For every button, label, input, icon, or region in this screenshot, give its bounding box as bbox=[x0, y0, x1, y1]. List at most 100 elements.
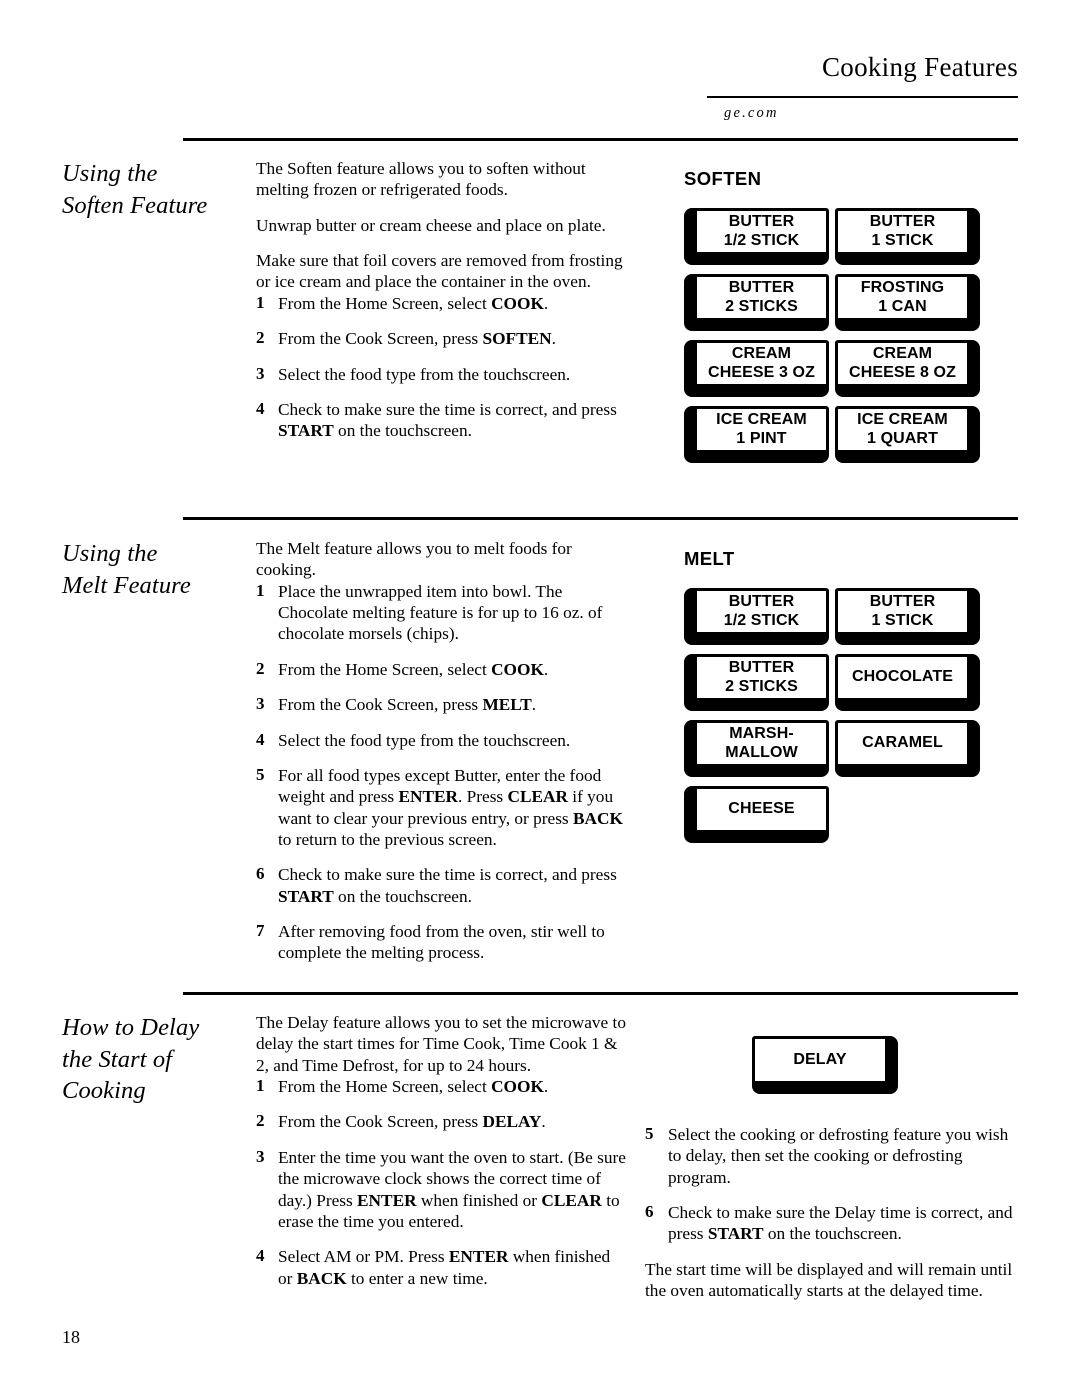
step-number: 2 bbox=[256, 658, 265, 678]
page-title: Cooking Features bbox=[821, 52, 1018, 82]
step-text: Select AM or PM. Press ENTER when finish… bbox=[278, 1247, 611, 1288]
touchscreen-key-butter-1-2-stick[interactable]: BUTTER 1/2 STICK bbox=[684, 208, 829, 265]
key-face[interactable]: BUTTER 2 STICKS bbox=[694, 274, 829, 321]
soften-touchscreen-panel: SOFTEN BUTTER 1/2 STICK BUTTER 1 STICK BUT… bbox=[684, 168, 1004, 463]
touchscreen-key-chocolate[interactable]: CHOCOLATE bbox=[835, 654, 980, 711]
touchscreen-key-ice-cream-1-pint[interactable]: ICE CREAM 1 PINT bbox=[684, 406, 829, 463]
numbered-step: 3 Enter the time you want the oven to sta… bbox=[256, 1147, 628, 1232]
step-number: 3 bbox=[256, 363, 265, 383]
key-row: MARSH- MALLOW CARAMEL bbox=[684, 720, 1004, 777]
section-divider-bottom bbox=[183, 992, 1018, 995]
section-heading-line-1: Using the bbox=[62, 540, 158, 567]
key-face[interactable]: CREAM CHEESE 8 OZ bbox=[835, 340, 970, 387]
touchscreen-key-cream-cheese-8-oz[interactable]: CREAM CHEESE 8 OZ bbox=[835, 340, 980, 397]
step-number: 4 bbox=[256, 729, 265, 749]
key-row: BUTTER 1/2 STICK BUTTER 1 STICK bbox=[684, 588, 1004, 645]
key-face[interactable]: CREAM CHEESE 3 OZ bbox=[694, 340, 829, 387]
key-face[interactable]: MARSH- MALLOW bbox=[694, 720, 829, 767]
emphasized-key-name: COOK bbox=[491, 293, 544, 313]
numbered-step: 1 Place the unwrapped item into bowl. The… bbox=[256, 581, 628, 645]
numbered-step: 5 For all food types except Butter, enter… bbox=[256, 765, 628, 850]
step-text: Enter the time you want the oven to star… bbox=[278, 1147, 626, 1231]
key-label: ICE CREAM 1 PINT bbox=[716, 410, 807, 447]
key-label: CHOCOLATE bbox=[851, 668, 954, 686]
key-face[interactable]: CHOCOLATE bbox=[835, 654, 970, 701]
delay-closing-paragraph: The start time will be displayed and wil… bbox=[645, 1259, 1013, 1301]
key-label: FROSTING 1 CAN bbox=[860, 278, 945, 315]
section-heading-soften: Using the Soften Feature bbox=[62, 158, 252, 221]
step-text: Select the food type from the touchscree… bbox=[278, 364, 571, 384]
page-number: 18 bbox=[62, 1327, 80, 1347]
soften-step-list: 1 From the Home Screen, select COOK. 2 From… bbox=[256, 293, 628, 442]
step-number: 7 bbox=[256, 921, 265, 941]
touchscreen-key-butter-1-stick[interactable]: BUTTER 1 STICK bbox=[835, 588, 980, 645]
delay-body-column-right: 5 Select the cooking or defrosting featur… bbox=[645, 1124, 1023, 1302]
numbered-step: 2 From the Home Screen, select COOK. bbox=[256, 659, 628, 680]
numbered-step: 5 Select the cooking or defrosting featur… bbox=[645, 1124, 1023, 1188]
touchscreen-key-ice-cream-1-quart[interactable]: ICE CREAM 1 QUART bbox=[835, 406, 980, 463]
key-label: CHEESE bbox=[728, 800, 795, 818]
step-number: 2 bbox=[256, 1111, 265, 1131]
delay-key-slot: DELAY bbox=[752, 1036, 898, 1094]
key-face[interactable]: BUTTER 1/2 STICK bbox=[694, 208, 829, 255]
melt-touchscreen-panel: MELT BUTTER 1/2 STICK BUTTER 1 STICK BUTTE… bbox=[684, 548, 1004, 843]
key-face[interactable]: ICE CREAM 1 QUART bbox=[835, 406, 970, 453]
numbered-step: 3 Select the food type from the touchscre… bbox=[256, 364, 628, 385]
step-number: 4 bbox=[256, 1246, 265, 1266]
key-label: BUTTER 1 STICK bbox=[869, 592, 936, 629]
touchscreen-key-frosting-1-can[interactable]: FROSTING 1 CAN bbox=[835, 274, 980, 331]
key-face[interactable]: CHEESE bbox=[694, 786, 829, 833]
touchscreen-key-butter-2-sticks[interactable]: BUTTER 2 STICKS bbox=[684, 274, 829, 331]
step-number: 1 bbox=[256, 1076, 265, 1096]
touchscreen-key-cream-cheese-3-oz[interactable]: CREAM CHEESE 3 OZ bbox=[684, 340, 829, 397]
touchscreen-key-cheese[interactable]: CHEESE bbox=[684, 786, 829, 843]
key-label: DELAY bbox=[793, 1050, 847, 1068]
body-paragraph: Unwrap butter or cream cheese and place … bbox=[256, 215, 606, 235]
touchscreen-key-butter-1-stick[interactable]: BUTTER 1 STICK bbox=[835, 208, 980, 265]
delay-paragraph-list: The Delay feature allows you to set the … bbox=[256, 1012, 628, 1076]
section-divider-middle bbox=[183, 517, 1018, 520]
step-text: Check to make sure the time is correct, … bbox=[278, 865, 617, 906]
numbered-step: 4 Check to make sure the time is correct,… bbox=[256, 399, 628, 442]
numbered-step: 2 From the Cook Screen, press DELAY. bbox=[256, 1111, 628, 1132]
numbered-step: 6 Check to make sure the Delay time is co… bbox=[645, 1202, 1023, 1245]
key-face[interactable]: FROSTING 1 CAN bbox=[835, 274, 970, 321]
key-face[interactable]: BUTTER 1 STICK bbox=[835, 208, 970, 255]
section-heading-line-1: Using the bbox=[62, 160, 158, 187]
step-number: 1 bbox=[256, 292, 265, 312]
delay-touchscreen-panel: DELAY bbox=[752, 1036, 898, 1094]
melt-paragraph-list: The Melt feature allows you to melt food… bbox=[256, 538, 628, 581]
numbered-step: 6 Check to make sure the time is correct,… bbox=[256, 864, 628, 907]
emphasized-key-name: SOFTEN bbox=[482, 329, 552, 349]
step-number: 3 bbox=[256, 1146, 265, 1166]
key-label: BUTTER 1/2 STICK bbox=[723, 592, 800, 629]
step-text: From the Home Screen, select COOK. bbox=[278, 293, 549, 313]
step-number: 6 bbox=[256, 864, 265, 884]
key-face[interactable]: CARAMEL bbox=[835, 720, 970, 767]
key-row: BUTTER 2 STICKS FROSTING 1 CAN bbox=[684, 274, 1004, 331]
emphasized-key-name: ENTER bbox=[357, 1190, 417, 1210]
header-divider-rule bbox=[707, 96, 1018, 98]
section-heading-line-2: the Start of bbox=[62, 1045, 173, 1073]
section-heading-melt: Using the Melt Feature bbox=[62, 538, 252, 601]
key-face[interactable]: BUTTER 2 STICKS bbox=[694, 654, 829, 701]
key-label: ICE CREAM 1 QUART bbox=[857, 410, 948, 447]
emphasized-key-name: START bbox=[278, 421, 334, 441]
touchscreen-key-butter-1-2-stick[interactable]: BUTTER 1/2 STICK bbox=[684, 588, 829, 645]
step-number: 6 bbox=[645, 1202, 654, 1222]
section-heading-line-2: Soften Feature bbox=[62, 191, 208, 219]
key-face[interactable]: BUTTER 1 STICK bbox=[835, 588, 970, 635]
soften-body-column: The Soften feature allows you to soften … bbox=[256, 158, 628, 442]
touchscreen-key-butter-2-sticks[interactable]: BUTTER 2 STICKS bbox=[684, 654, 829, 711]
touchscreen-key-marsh--mallow[interactable]: MARSH- MALLOW bbox=[684, 720, 829, 777]
step-number: 5 bbox=[256, 764, 265, 784]
emphasized-key-name: MELT bbox=[482, 695, 532, 715]
key-face[interactable]: BUTTER 1/2 STICK bbox=[694, 588, 829, 635]
melt-panel-title: MELT bbox=[684, 548, 735, 569]
touchscreen-key-caramel[interactable]: CARAMEL bbox=[835, 720, 980, 777]
key-face[interactable]: ICE CREAM 1 PINT bbox=[694, 406, 829, 453]
section-heading-line-1: How to Delay bbox=[62, 1014, 200, 1041]
key-face[interactable]: DELAY bbox=[752, 1036, 888, 1084]
emphasized-key-name: BACK bbox=[572, 808, 623, 828]
touchscreen-key-delay[interactable]: DELAY bbox=[752, 1036, 898, 1094]
